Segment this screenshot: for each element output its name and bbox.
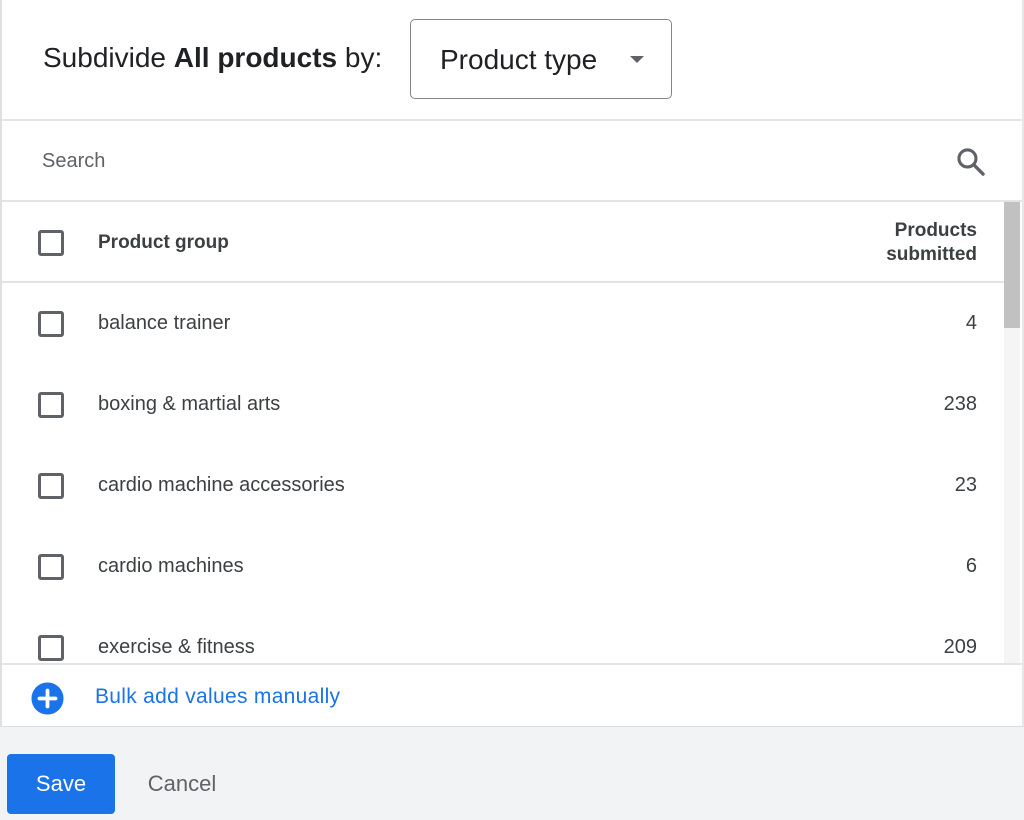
column-header-product-group[interactable]: Product group bbox=[98, 232, 229, 254]
chevron-down-icon bbox=[630, 56, 644, 63]
product-group-name: cardio machines bbox=[98, 555, 244, 577]
row-checkbox[interactable] bbox=[38, 311, 64, 337]
dropdown-selected-value: Product type bbox=[440, 44, 598, 75]
table-scrollbar[interactable] bbox=[1004, 202, 1020, 663]
label-suffix: by: bbox=[337, 42, 383, 73]
row-checkbox[interactable] bbox=[38, 392, 64, 418]
cancel-button[interactable]: Cancel bbox=[124, 754, 240, 814]
product-group-name: cardio machine accessories bbox=[98, 474, 345, 496]
subdivide-by-dropdown[interactable]: Product type bbox=[410, 19, 672, 99]
subdivide-panel: Subdivide All products by: Product type … bbox=[0, 0, 1024, 727]
products-submitted-count: 238 bbox=[943, 393, 977, 415]
label-prefix: Subdivide bbox=[43, 42, 174, 73]
table-row: exercise & fitness 209 bbox=[2, 607, 1006, 663]
table-row: cardio machines 6 bbox=[2, 526, 1006, 607]
add-circle-icon[interactable] bbox=[30, 681, 65, 716]
products-submitted-count: 4 bbox=[965, 312, 977, 334]
save-button[interactable]: Save bbox=[7, 754, 115, 814]
table-row: balance trainer 4 bbox=[2, 283, 1006, 364]
column-header-products-submitted[interactable]: Products submitted bbox=[837, 219, 977, 267]
header-line-2: submitted bbox=[886, 244, 977, 265]
table-header-row: Product group Products submitted bbox=[2, 202, 1006, 283]
search-icon[interactable] bbox=[954, 145, 988, 179]
bulk-add-row: Bulk add values manually bbox=[2, 663, 1022, 727]
label-subject: All products bbox=[173, 42, 338, 73]
subdivide-label: Subdivide All products by: bbox=[43, 42, 382, 74]
products-submitted-count: 23 bbox=[954, 474, 977, 496]
product-group-name: boxing & martial arts bbox=[98, 393, 281, 415]
search-input[interactable] bbox=[42, 143, 922, 179]
select-all-checkbox[interactable] bbox=[38, 230, 64, 256]
footer-actions: Save Cancel bbox=[0, 727, 1024, 820]
products-submitted-count: 209 bbox=[943, 636, 977, 658]
row-checkbox[interactable] bbox=[38, 473, 64, 499]
scrollbar-thumb[interactable] bbox=[1004, 202, 1020, 328]
table-row: boxing & martial arts 238 bbox=[2, 364, 1006, 445]
table-row: cardio machine accessories 23 bbox=[2, 445, 1006, 526]
row-checkbox[interactable] bbox=[38, 554, 64, 580]
products-submitted-count: 6 bbox=[965, 555, 977, 577]
product-group-name: balance trainer bbox=[98, 312, 231, 334]
header-line-1: Products bbox=[894, 220, 977, 241]
search-bar bbox=[2, 121, 1022, 202]
bulk-add-link[interactable]: Bulk add values manually bbox=[95, 685, 340, 709]
product-group-table: Product group Products submitted balance… bbox=[2, 202, 1006, 663]
product-group-name: exercise & fitness bbox=[98, 636, 255, 658]
row-checkbox[interactable] bbox=[38, 635, 64, 661]
subdivide-header: Subdivide All products by: Product type bbox=[2, 0, 1022, 121]
